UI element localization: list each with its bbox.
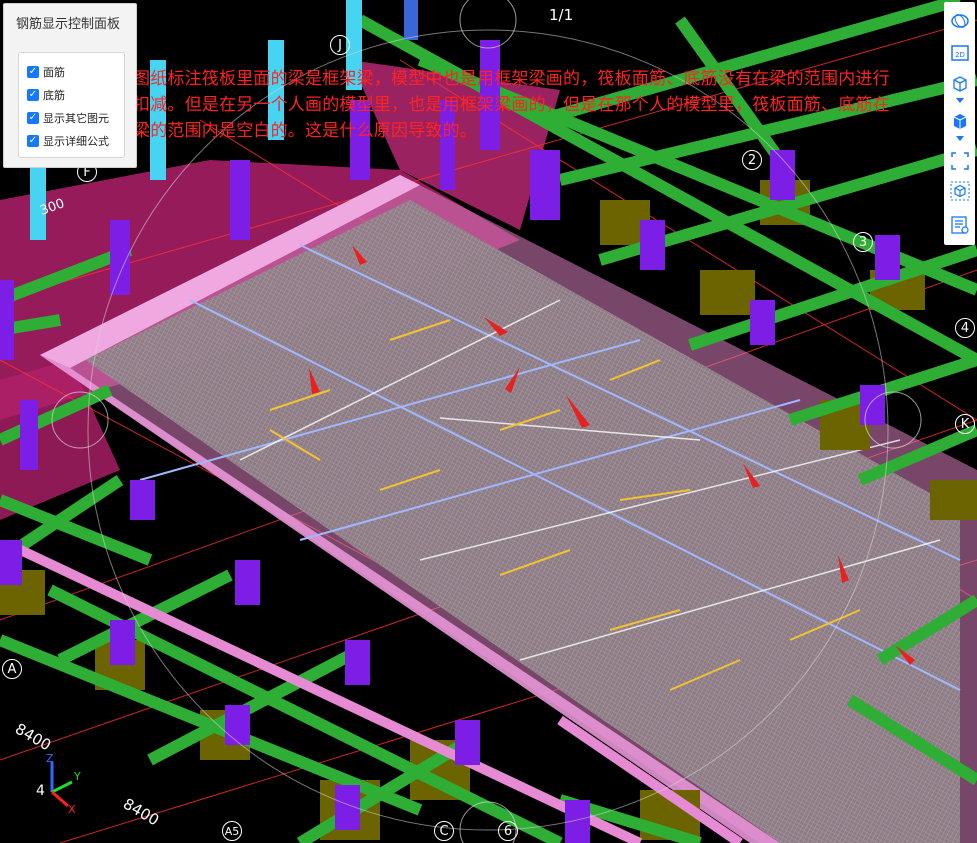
option-show-other-elements[interactable]: ✓ 显示其它图元 <box>27 109 109 127</box>
grid-axis-marker: C <box>434 821 454 841</box>
chevron-down-icon[interactable] <box>956 136 964 141</box>
panel-options: ✓ 面筋 ✓ 底筋 ✓ 显示其它图元 ✓ 显示详细公式 <box>18 52 125 158</box>
grid-axis-marker: J <box>330 35 350 55</box>
grid-axis-marker: 2 <box>742 150 762 170</box>
option-top-rebar[interactable]: ✓ 面筋 <box>27 63 65 81</box>
checkbox-checked-icon[interactable]: ✓ <box>27 112 39 124</box>
axis-x-label: X <box>68 803 76 816</box>
axis-gizmo <box>50 762 73 808</box>
checkbox-checked-icon[interactable]: ✓ <box>27 89 39 101</box>
grid-axis-marker: A <box>2 659 22 679</box>
checkbox-checked-icon[interactable]: ✓ <box>27 66 39 78</box>
page-counter: 1/1 <box>549 6 574 24</box>
grid-axis-marker: K <box>955 414 975 434</box>
chevron-down-icon[interactable] <box>956 98 964 103</box>
2d-view-icon[interactable]: 2D <box>949 42 970 63</box>
axis-y-label: Y <box>74 770 81 783</box>
svg-text:2D: 2D <box>955 51 965 59</box>
grid-axis-marker: 4 <box>955 318 975 338</box>
view-toolbar: 2D <box>944 2 975 245</box>
column <box>404 0 418 40</box>
rebar-display-control-panel: 钢筋显示控制面板 ✓ 面筋 ✓ 底筋 ✓ 显示其它图元 ✓ 显示详细公式 <box>3 3 137 168</box>
orbit-icon[interactable] <box>949 10 970 31</box>
settings-list-icon[interactable] <box>949 214 970 235</box>
grid-axis-marker: 6 <box>498 821 518 841</box>
option-bottom-rebar[interactable]: ✓ 底筋 <box>27 86 65 104</box>
grid-axis-marker: A5 <box>222 821 242 841</box>
axis-gizmo-number: 4 <box>36 783 45 799</box>
option-show-formula[interactable]: ✓ 显示详细公式 <box>27 132 109 150</box>
annotation-text: 图纸标注筏板里面的梁是框架梁，模型中也是用框架梁画的，筏板面筋、底筋没有在梁的范… <box>133 69 890 141</box>
checkbox-checked-icon[interactable]: ✓ <box>27 135 39 147</box>
cube-3d-icon[interactable] <box>949 180 970 201</box>
panel-title: 钢筋显示控制面板 <box>16 17 121 32</box>
cube-solid-icon[interactable] <box>949 110 970 131</box>
grid-axis-marker: 3 <box>853 232 873 252</box>
fit-frame-icon[interactable] <box>949 150 970 171</box>
cube-outline-icon[interactable] <box>949 72 970 93</box>
axis-z-label: Z <box>46 752 54 765</box>
